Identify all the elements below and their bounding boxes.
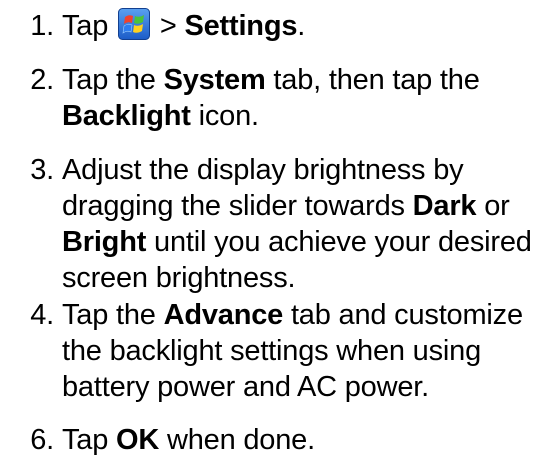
step-number: 4.: [30, 299, 54, 331]
step-line: the backlight settings when using: [62, 333, 536, 369]
step-number: 6.: [30, 424, 54, 456]
text-run: Dark: [412, 190, 477, 222]
step-line: Backlight icon.: [62, 98, 536, 134]
step-line: Tap OK when done.: [62, 422, 536, 458]
text-run: Adjust the display brightness by: [62, 154, 464, 186]
step-line: Bright until you achieve your desired: [62, 224, 536, 260]
text-run: or: [476, 190, 510, 222]
text-run: .: [297, 10, 306, 42]
text-run: Tap: [62, 10, 117, 42]
text-run: dragging the slider towards: [62, 190, 413, 222]
step-line: dragging the slider towards Dark or: [62, 188, 536, 224]
text-run: Advance: [163, 299, 284, 331]
text-run: Tap: [62, 424, 117, 456]
step-line: battery power and AC power.: [62, 369, 536, 405]
step-line: Tap > Settings.: [62, 8, 536, 44]
windows-start-icon: [118, 8, 151, 40]
text-run: the backlight settings when using: [62, 335, 481, 367]
text-run: >: [152, 10, 185, 42]
text-run: tab and customize: [283, 299, 523, 331]
step-number: 1.: [30, 10, 54, 42]
step-line: Tap the Advance tab and customize: [62, 297, 536, 333]
step-text: Tap > Settings.: [62, 8, 536, 44]
text-run: Bright: [62, 226, 147, 258]
step-text: Tap the Advance tab and customize the ba…: [62, 297, 536, 405]
text-run: screen brightness.: [62, 262, 296, 294]
step-text: Tap OK when done.: [62, 422, 536, 458]
text-run: System: [163, 64, 266, 96]
text-run: Tap the: [62, 299, 164, 331]
step-number: 2.: [30, 64, 54, 96]
step-text: Adjust the display brightness by draggin…: [62, 152, 536, 296]
step-text: Tap the System tab, then tap the Backlig…: [62, 62, 536, 134]
text-run: battery power and AC power.: [62, 371, 429, 403]
text-run: Tap the: [62, 64, 164, 96]
step-line: Tap the System tab, then tap the: [62, 62, 536, 98]
step-line: Adjust the display brightness by: [62, 152, 536, 188]
step-line: screen brightness.: [62, 260, 536, 296]
text-run: until you achieve your desired: [146, 226, 532, 258]
text-run: icon.: [190, 100, 259, 132]
step-number: 3.: [30, 154, 54, 186]
text-run: Settings: [184, 10, 298, 42]
text-run: when done.: [159, 424, 315, 456]
text-run: OK: [116, 424, 160, 456]
text-run: Backlight: [62, 100, 191, 132]
text-run: tab, then tap the: [265, 64, 480, 96]
